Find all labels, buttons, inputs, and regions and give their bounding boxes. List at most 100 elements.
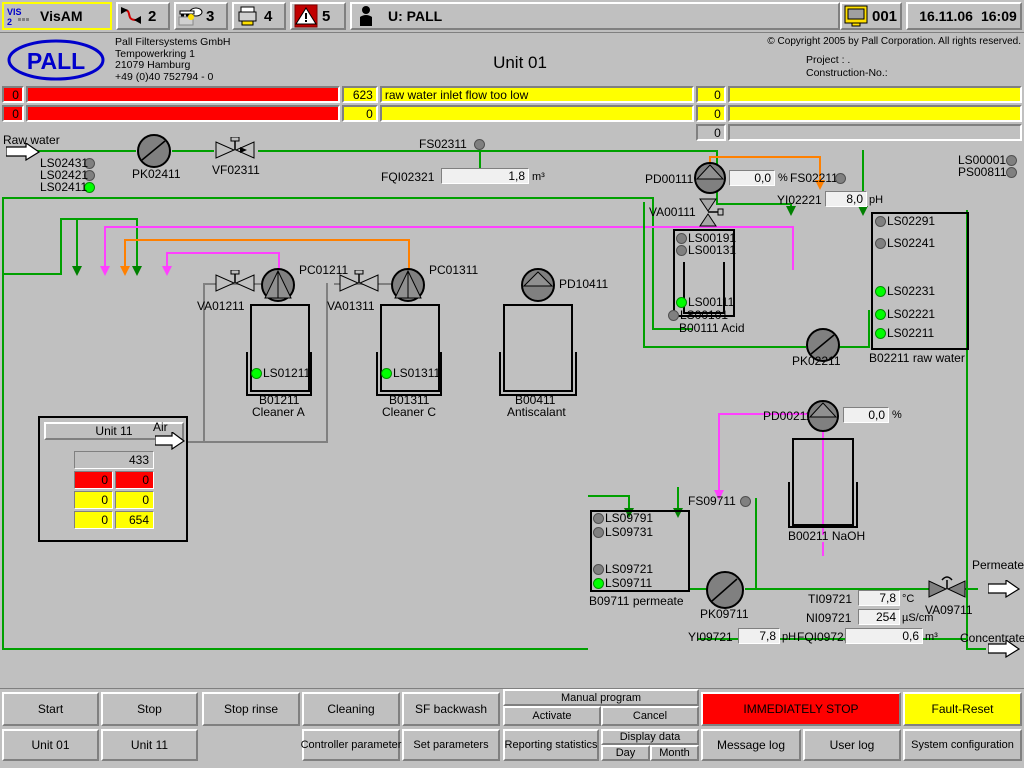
alarm-code: [342, 124, 378, 141]
valve-va01311-icon[interactable]: [338, 270, 382, 298]
toolbar-item-visam[interactable]: VIS 2 VisAM: [2, 2, 112, 30]
unit-pd00211: %: [892, 409, 902, 421]
alarm-text: raw water inlet flow too low: [379, 86, 694, 103]
pipe-seg: [76, 218, 78, 270]
field-fqi09721: 0,6: [845, 628, 923, 644]
address-line1: Tempowerkring 1: [115, 47, 195, 60]
pump-pk09711[interactable]: [706, 571, 744, 609]
button-unit-01[interactable]: Unit 01: [2, 729, 99, 761]
label-ls01211: LS01211: [263, 366, 311, 380]
valve-va09711-icon[interactable]: [927, 574, 969, 604]
arrow-down-icon: [162, 266, 172, 276]
led-fs02211: [835, 173, 846, 184]
pipe-magenta-2: [166, 252, 280, 254]
arrow-down-icon: [858, 206, 868, 216]
button-cancel[interactable]: Cancel: [601, 706, 699, 726]
pipe-seg: [643, 346, 806, 348]
button-unit-11[interactable]: Unit 11: [101, 729, 198, 761]
copyright-text: © Copyright 2005 by Pall Corporation. Al…: [767, 36, 1021, 47]
toolbar-item-5[interactable]: 5: [290, 2, 346, 30]
toolbar-item-2[interactable]: 2: [116, 2, 170, 30]
toolbar-datetime: 16.11.06 16:09: [906, 2, 1022, 30]
alarm-row[interactable]: 0 623 raw water inlet flow too low 0: [0, 86, 1024, 103]
label-ls02211: LS02211: [887, 326, 935, 340]
button-controller-parameter[interactable]: Controller parameter: [301, 729, 401, 761]
toolbar-station-cell[interactable]: 001: [840, 2, 902, 30]
alarm-count-right: 0: [695, 124, 726, 141]
bottom-button-bar: Start Stop Stop rinse Cleaning SF backwa…: [0, 688, 1024, 768]
pump-pc01311[interactable]: [391, 268, 425, 302]
button-blank: [202, 729, 300, 761]
label-ls02221: LS02221: [887, 307, 936, 321]
alarm-bar-right: [727, 105, 1022, 122]
alarm-bar: [25, 105, 340, 122]
toolbar-item-3[interactable]: 3: [174, 2, 228, 30]
button-user-log[interactable]: User log: [803, 729, 901, 761]
permeate-label: Permeate: [972, 558, 1024, 572]
pump-pd00111[interactable]: [694, 162, 726, 194]
process-diagram: Raw water LS02431 LS02421 LS02411 PK0241…: [0, 134, 1024, 688]
valve-va01211-icon[interactable]: [214, 270, 258, 298]
top-toolbar: VIS 2 VisAM 2 3 4 5 U: PALL 001 16.11.06…: [0, 0, 1024, 32]
valve-vf02311-icon[interactable]: [214, 137, 258, 165]
label-va01311: VA01311: [327, 299, 375, 313]
toolbar-user-cell[interactable]: U: PALL: [350, 2, 840, 30]
pall-logo: PALL: [6, 37, 106, 83]
unit11-cell: 0: [115, 471, 154, 489]
svg-text:PALL: PALL: [27, 48, 85, 74]
button-system-configuration[interactable]: System configuration: [903, 729, 1022, 761]
alarm-row[interactable]: 0 0 0: [0, 105, 1024, 122]
led-ls02291: [875, 216, 886, 227]
button-day[interactable]: Day: [601, 745, 650, 761]
pipe-orange-1: [124, 239, 410, 241]
button-stop-rinse[interactable]: Stop rinse: [202, 692, 300, 726]
button-stop[interactable]: Stop: [101, 692, 198, 726]
button-immediately-stop[interactable]: IMMEDIATELY STOP: [701, 692, 901, 726]
company-phone: +49 (0)40 752794 - 0: [115, 70, 214, 83]
svg-text:VIS: VIS: [7, 7, 22, 17]
button-message-log[interactable]: Message log: [701, 729, 801, 761]
button-reporting-statistics[interactable]: Reporting statistics: [503, 729, 599, 761]
button-fault-reset[interactable]: Fault-Reset: [903, 692, 1022, 726]
button-start[interactable]: Start: [2, 692, 99, 726]
button-cleaning[interactable]: Cleaning: [302, 692, 400, 726]
label-pd10411: PD10411: [559, 277, 609, 291]
button-display-data[interactable]: Display data: [601, 729, 699, 745]
pump-pk02411[interactable]: [137, 134, 171, 168]
button-activate[interactable]: Activate: [503, 706, 601, 726]
pipe-bottom-header: [2, 648, 588, 650]
field-yi02221: 8,0: [825, 191, 867, 207]
button-sf-backwash[interactable]: SF backwash: [402, 692, 500, 726]
label-b00111: B00111 Acid: [679, 321, 745, 335]
led-ls00111: [676, 297, 687, 308]
button-manual-program[interactable]: Manual program: [503, 689, 699, 706]
company-address: Pall Filtersystems GmbH Tempowerkring 1 …: [115, 36, 231, 83]
pipe-rawwater-in: [36, 150, 136, 152]
alarm-bar-right: [727, 124, 1023, 141]
pipe-gray-air: [178, 441, 328, 443]
unit-yi09721: pH: [782, 631, 797, 643]
label-ls09731: LS09731: [605, 525, 654, 539]
label-fs02211: FS02211: [790, 171, 838, 185]
label-ps00811: PS00811: [958, 165, 1007, 179]
label-ls00131: LS00131: [688, 243, 737, 257]
toolbar-date: 16.11.06: [919, 8, 973, 24]
curve-icon: [118, 4, 146, 28]
button-month[interactable]: Month: [650, 745, 699, 761]
valve-va00111-icon[interactable]: [696, 196, 724, 232]
unit11-cell: 654: [115, 511, 154, 529]
construction-no-label: Construction-No.:: [806, 67, 888, 79]
led-ls00131: [676, 245, 687, 256]
project-label: Project : .: [806, 54, 851, 66]
button-set-parameters[interactable]: Set parameters: [402, 729, 500, 761]
toolbar-item-4[interactable]: 4: [232, 2, 286, 30]
pump-pd00211[interactable]: [807, 400, 839, 432]
led-ls09791: [593, 513, 604, 524]
vis2-logo-icon: VIS 2: [4, 4, 32, 28]
pump-pc01211[interactable]: [261, 268, 295, 302]
pump-pd10411[interactable]: [521, 268, 555, 302]
printer-icon: [234, 4, 262, 28]
label-pk02211: PK02211: [792, 354, 841, 368]
arrow-down-icon: [120, 266, 130, 276]
label-ti09721: TI09721: [808, 592, 853, 606]
